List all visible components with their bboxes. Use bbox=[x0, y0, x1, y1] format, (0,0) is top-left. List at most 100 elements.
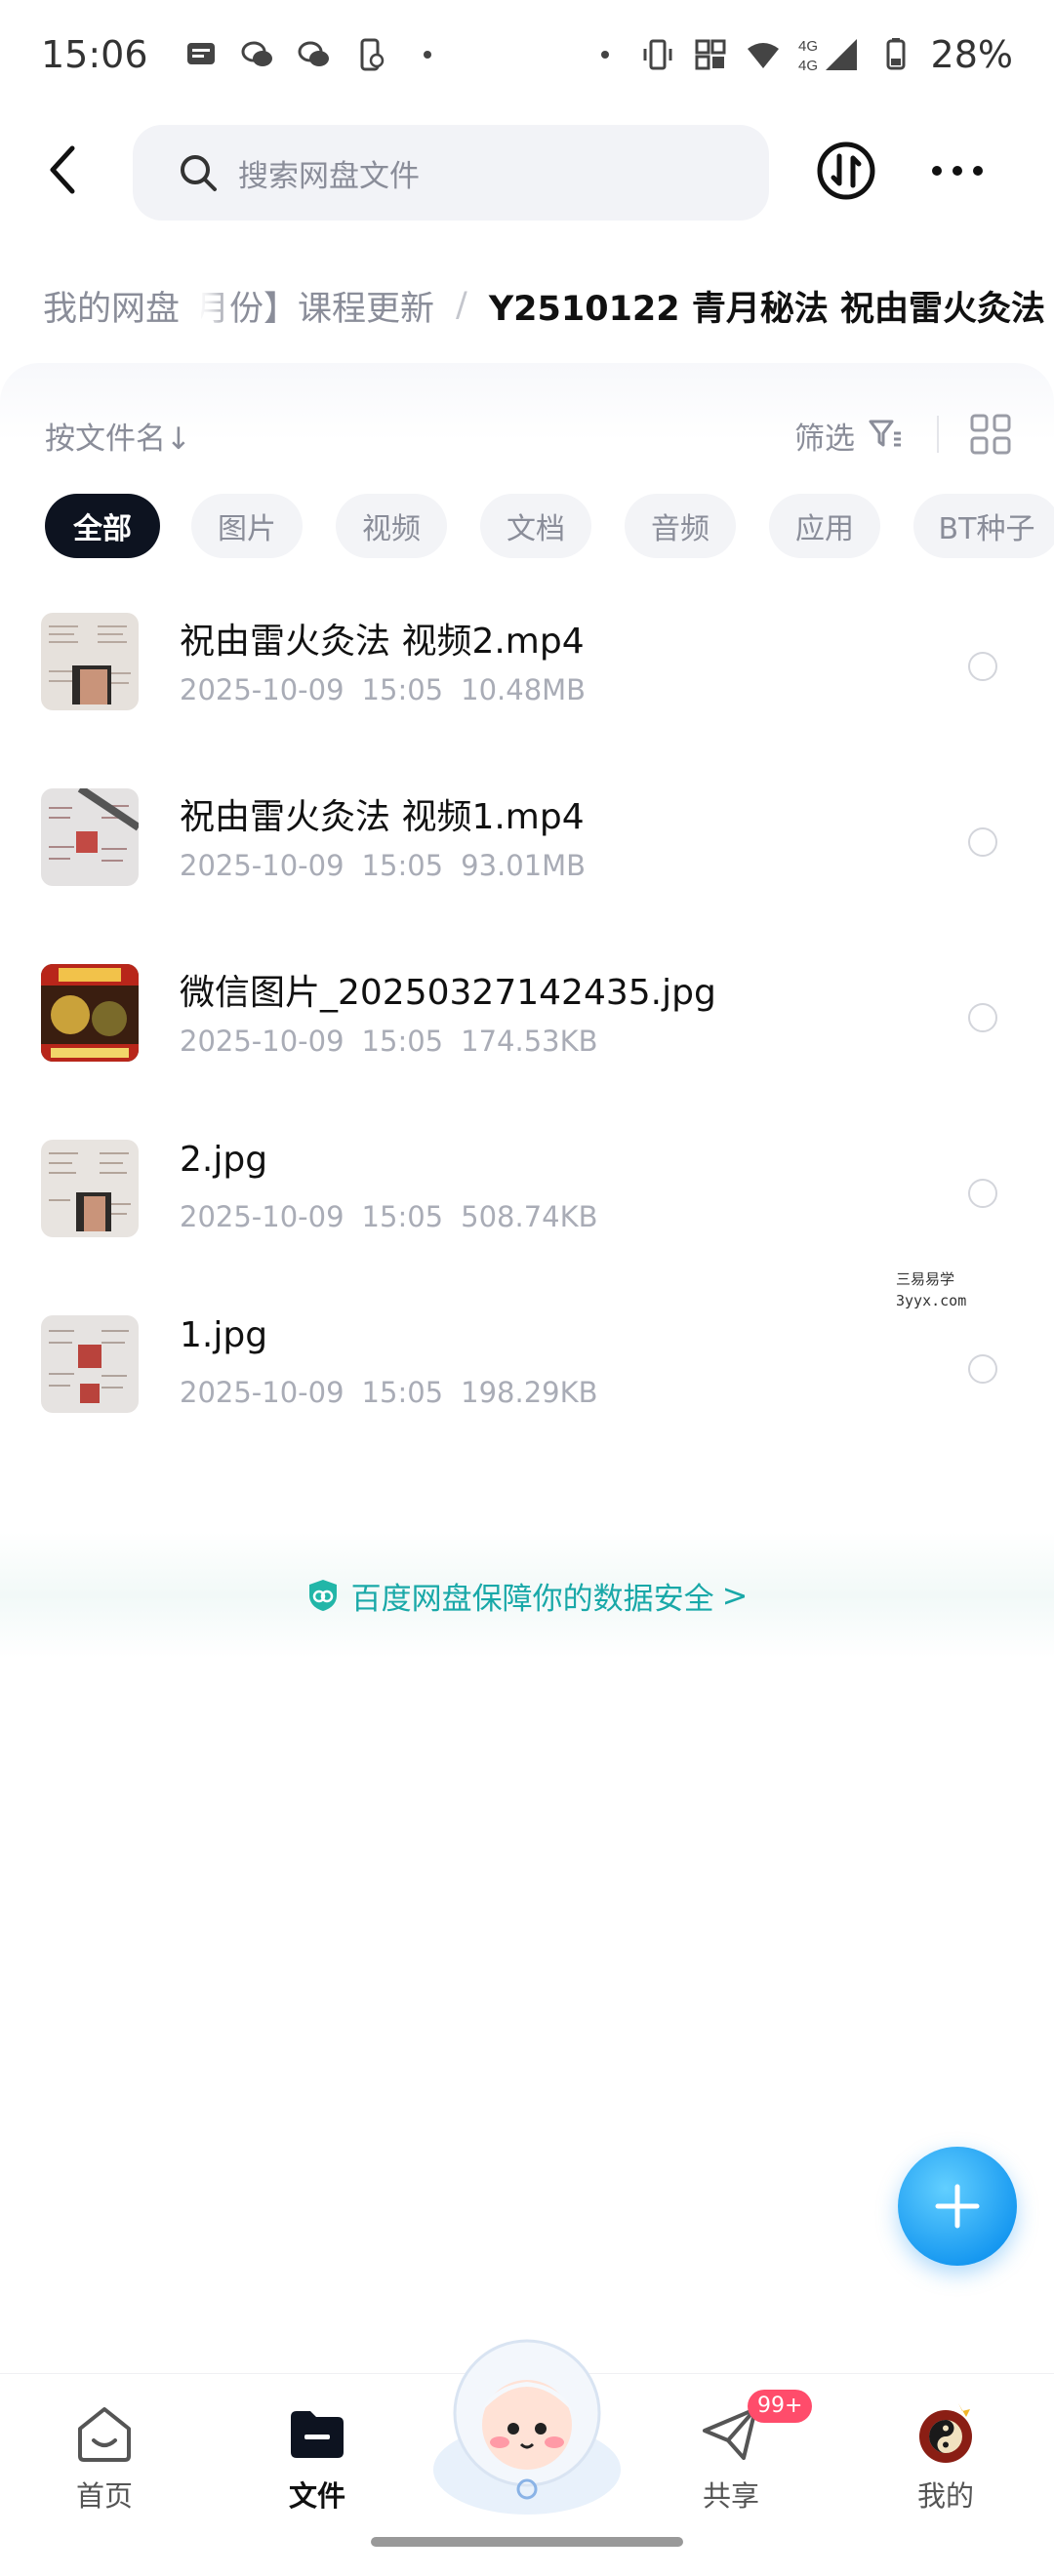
search-input[interactable]: 搜索网盘文件 bbox=[133, 125, 769, 221]
divider bbox=[937, 416, 939, 453]
search-placeholder: 搜索网盘文件 bbox=[238, 158, 420, 194]
nav-files[interactable]: 文件 bbox=[244, 2392, 390, 2518]
nfc-icon bbox=[695, 39, 726, 70]
nav-home-label: 首页 bbox=[75, 2479, 133, 2513]
nav-share[interactable]: 99+ 共享 bbox=[658, 2390, 813, 2518]
wechat-icon bbox=[298, 41, 329, 66]
file-date: 2025-10-09 bbox=[180, 849, 345, 882]
file-type-tabs: 全部 图片 视频 文档 音频 应用 BT种子 bbox=[0, 494, 1054, 560]
select-checkbox[interactable] bbox=[968, 827, 997, 857]
file-size: 93.01MB bbox=[461, 849, 587, 882]
wifi-icon bbox=[747, 43, 779, 68]
select-checkbox[interactable] bbox=[968, 1003, 997, 1032]
tab-all[interactable]: 全部 bbox=[45, 494, 160, 558]
add-button[interactable] bbox=[898, 2147, 1017, 2266]
mascot-avatar-icon[interactable] bbox=[426, 2323, 628, 2518]
transfer-list-icon[interactable] bbox=[816, 141, 876, 201]
system-icons: 4G 4G 28% bbox=[588, 33, 1013, 76]
share-badge: 99+ bbox=[748, 2390, 813, 2423]
nav-mine[interactable]: 我的 bbox=[872, 2392, 1019, 2518]
wechat-icon bbox=[241, 41, 272, 66]
file-meta: 2025-10-09 15:05 174.53KB bbox=[180, 1025, 616, 1058]
file-time: 15:05 bbox=[361, 1376, 444, 1409]
image-thumbnail bbox=[41, 1315, 139, 1413]
image-thumbnail bbox=[41, 1140, 139, 1237]
file-name: 祝由雷火灸法 视频2.mp4 bbox=[180, 622, 585, 662]
file-meta: 2025-10-09 15:05 508.74KB bbox=[180, 1200, 616, 1233]
home-icon bbox=[78, 2407, 131, 2462]
filter-icon[interactable] bbox=[867, 416, 904, 453]
breadcrumb-current: Y2510122 青月秘法 祝由雷火灸法 祝 bbox=[488, 289, 1054, 329]
file-name: 1.jpg bbox=[180, 1315, 268, 1355]
folder-icon bbox=[291, 2411, 344, 2458]
file-date: 2025-10-09 bbox=[180, 1200, 345, 1233]
file-size: 198.29KB bbox=[461, 1376, 598, 1409]
file-time: 15:05 bbox=[361, 849, 444, 882]
file-row[interactable]: 1.jpg 2025-10-09 15:05 198.29KB bbox=[0, 1292, 1054, 1468]
battery-percent: 28% bbox=[930, 33, 1013, 76]
tab-images[interactable]: 图片 bbox=[191, 494, 303, 558]
tab-audio[interactable]: 音频 bbox=[625, 494, 736, 558]
file-time: 15:05 bbox=[361, 1200, 444, 1233]
message-icon bbox=[186, 43, 215, 64]
back-arrow-icon[interactable] bbox=[35, 141, 94, 199]
breadcrumb: 月份】课程更新 / Y2510122 青月秘法 祝由雷火灸法 祝 我的网盘 bbox=[0, 263, 1054, 347]
file-meta: 2025-10-09 15:05 93.01MB bbox=[180, 849, 603, 882]
tab-bt-torrent[interactable]: BT种子 bbox=[913, 494, 1054, 558]
battery-icon bbox=[886, 38, 906, 70]
top-bar: 搜索网盘文件 bbox=[0, 119, 1054, 226]
file-name: 微信图片_20250327142435.jpg bbox=[180, 973, 716, 1013]
watermark: 三易易学 3yyx.com bbox=[896, 1268, 966, 1311]
plus-icon bbox=[935, 2184, 980, 2229]
file-row[interactable]: 微信图片_20250327142435.jpg 2025-10-09 15:05 1… bbox=[0, 941, 1054, 1116]
sort-filter-bar: 按文件名↓ 筛选 bbox=[0, 400, 1054, 468]
file-time: 15:05 bbox=[361, 673, 444, 706]
nav-home[interactable]: 首页 bbox=[31, 2392, 178, 2518]
search-icon bbox=[181, 155, 217, 191]
watermark-line1: 三易易学 bbox=[896, 1270, 955, 1288]
video-thumbnail bbox=[41, 788, 139, 886]
status-time: 15:06 bbox=[41, 33, 148, 76]
file-name: 祝由雷火灸法 视频1.mp4 bbox=[180, 797, 585, 837]
file-meta: 2025-10-09 15:05 10.48MB bbox=[180, 673, 603, 706]
grid-view-icon[interactable] bbox=[968, 412, 1013, 457]
shield-icon bbox=[308, 1580, 337, 1611]
network-label-2: 4G bbox=[798, 58, 818, 74]
file-row[interactable]: 祝由雷火灸法 视频1.mp4 2025-10-09 15:05 93.01MB bbox=[0, 765, 1054, 941]
image-thumbnail bbox=[41, 964, 139, 1062]
file-meta: 2025-10-09 15:05 198.29KB bbox=[180, 1376, 616, 1409]
filter-button[interactable]: 筛选 bbox=[794, 414, 855, 458]
tab-videos[interactable]: 视频 bbox=[336, 494, 447, 558]
tab-documents[interactable]: 文档 bbox=[480, 494, 591, 558]
tab-apps[interactable]: 应用 bbox=[769, 494, 880, 558]
video-thumbnail bbox=[41, 613, 139, 710]
file-date: 2025-10-09 bbox=[180, 1025, 345, 1058]
breadcrumb-separator: / bbox=[456, 286, 467, 325]
watermark-line2: 3yyx.com bbox=[896, 1292, 967, 1309]
more-icon[interactable] bbox=[927, 141, 988, 201]
phone-sync-icon bbox=[360, 38, 384, 71]
select-checkbox[interactable] bbox=[968, 1354, 997, 1384]
file-row[interactable]: 祝由雷火灸法 视频2.mp4 2025-10-09 15:05 10.48MB bbox=[0, 589, 1054, 765]
file-time: 15:05 bbox=[361, 1025, 444, 1058]
safety-banner[interactable]: 百度网盘保障你的数据安全 > bbox=[0, 1573, 1054, 1618]
file-date: 2025-10-09 bbox=[180, 1376, 345, 1409]
nav-files-label: 文件 bbox=[288, 2479, 345, 2513]
status-bar: 15:06 4G 4G 28% bbox=[0, 0, 1054, 109]
dot-icon bbox=[423, 51, 431, 59]
nav-mine-label: 我的 bbox=[916, 2479, 974, 2513]
safety-text: 百度网盘保障你的数据安全 bbox=[350, 1581, 714, 1617]
file-size: 10.48MB bbox=[461, 673, 587, 706]
breadcrumb-root[interactable]: 我的网盘 bbox=[21, 271, 202, 340]
select-checkbox[interactable] bbox=[968, 652, 997, 681]
breadcrumb-trail: 月份】课程更新 / Y2510122 青月秘法 祝由雷火灸法 祝 bbox=[195, 263, 1054, 347]
breadcrumb-parent[interactable]: 月份】课程更新 bbox=[195, 281, 434, 331]
sort-button[interactable]: 按文件名↓ bbox=[45, 414, 191, 458]
vibrate-icon bbox=[643, 39, 672, 70]
network-label: 4G bbox=[798, 38, 818, 55]
home-indicator[interactable] bbox=[371, 2537, 683, 2547]
file-row[interactable]: 2.jpg 2025-10-09 15:05 508.74KB bbox=[0, 1116, 1054, 1292]
select-checkbox[interactable] bbox=[968, 1179, 997, 1208]
dot-icon bbox=[600, 51, 609, 59]
file-date: 2025-10-09 bbox=[180, 673, 345, 706]
